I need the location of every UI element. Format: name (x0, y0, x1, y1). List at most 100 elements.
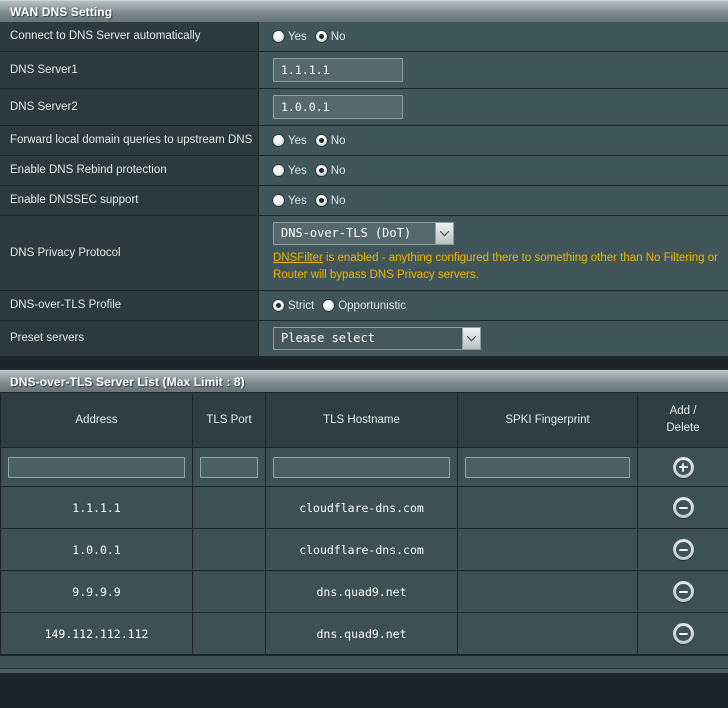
radio-circle-selected-icon[interactable] (315, 135, 327, 146)
radio-circle-icon[interactable] (323, 300, 335, 311)
minus-circle-icon[interactable] (672, 497, 694, 518)
dns-server2-input[interactable] (273, 95, 403, 119)
table-new-entry-row (0, 447, 728, 487)
minus-circle-icon[interactable] (672, 623, 694, 644)
delete-row-cell[interactable] (637, 612, 728, 655)
column-header-add-delete: Add / Delete (637, 392, 728, 448)
cell-spki-fingerprint (457, 528, 638, 571)
cell-address: 1.0.0.1 (0, 528, 193, 571)
setting-value (258, 88, 728, 126)
radio-option-no[interactable]: No (315, 194, 346, 207)
setting-label: Preset servers (0, 320, 259, 357)
new-tls-port-input[interactable] (200, 456, 258, 478)
radio-group-forward-local-queries: Yes No (273, 135, 728, 147)
radio-option-no[interactable]: No (315, 30, 346, 43)
cell-tls-port (192, 612, 266, 655)
cell-tls-port (192, 528, 266, 571)
setting-row-dns-server2: DNS Server2 (0, 88, 728, 126)
setting-label: DNS Server2 (0, 88, 259, 126)
radio-circle-selected-icon[interactable] (315, 31, 327, 42)
radio-label: Yes (288, 164, 307, 177)
server-list-panel-title: DNS-over-TLS Server List (Max Limit : 8) (0, 370, 728, 392)
delete-row-cell[interactable] (637, 570, 728, 613)
wan-dns-panel-title: WAN DNS Setting (0, 0, 728, 22)
radio-label: No (330, 30, 346, 43)
panel-separator (0, 357, 728, 370)
add-row-cell[interactable] (637, 447, 728, 487)
column-header-tls-hostname: TLS Hostname (265, 392, 458, 448)
setting-label: DNS Server1 (0, 51, 259, 89)
add-delete-header-line1: Add / (669, 405, 697, 417)
setting-value: Please select (258, 320, 728, 357)
plus-circle-icon[interactable] (672, 456, 694, 478)
radio-circle-icon[interactable] (273, 165, 284, 176)
minus-circle-icon[interactable] (672, 581, 694, 602)
setting-value: Strict Opportunistic (258, 290, 728, 321)
setting-label: DNS Privacy Protocol (0, 215, 259, 291)
dnsfilter-warning-note: DNSFilter is enabled - anything configur… (273, 250, 728, 284)
radio-option-opportunistic[interactable]: Opportunistic (323, 300, 406, 312)
setting-value: Yes No (258, 155, 728, 186)
radio-circle-selected-icon[interactable] (315, 195, 327, 206)
delete-row-cell[interactable] (637, 486, 728, 529)
cell-spki-fingerprint (457, 612, 638, 655)
setting-row-connect-auto: Connect to DNS Server automatically Yes … (0, 22, 728, 52)
new-spki-fingerprint-cell[interactable] (457, 447, 638, 487)
setting-label: Connect to DNS Server automatically (0, 22, 259, 52)
setting-row-dnssec-support: Enable DNSSEC support Yes No (0, 185, 728, 216)
setting-row-dot-profile: DNS-over-TLS Profile Strict Opportunisti… (0, 290, 728, 321)
cell-tls-hostname: dns.quad9.net (265, 612, 458, 655)
radio-label: Yes (288, 134, 307, 147)
radio-option-yes[interactable]: Yes (273, 135, 307, 147)
radio-label: No (330, 164, 346, 177)
radio-circle-icon[interactable] (273, 135, 284, 146)
radio-option-yes[interactable]: Yes (273, 165, 307, 177)
dns-server1-input[interactable] (273, 58, 403, 82)
cell-tls-port (192, 570, 266, 613)
chevron-down-icon[interactable] (435, 223, 453, 244)
select-value: Please select (281, 331, 375, 345)
chevron-down-icon[interactable] (462, 328, 480, 349)
new-spki-fingerprint-input[interactable] (465, 456, 630, 478)
setting-row-dns-privacy-protocol: DNS Privacy Protocol DNS-over-TLS (DoT) … (0, 215, 728, 291)
wan-dns-settings-page: WAN DNS Setting Connect to DNS Server au… (0, 0, 728, 708)
setting-label: Forward local domain queries to upstream… (0, 125, 259, 156)
new-tls-hostname-cell[interactable] (265, 447, 458, 487)
cell-spki-fingerprint (457, 570, 638, 613)
new-address-input[interactable] (8, 456, 185, 478)
delete-row-cell[interactable] (637, 528, 728, 571)
radio-group-dnssec-support: Yes No (273, 195, 728, 207)
new-tls-hostname-input[interactable] (273, 456, 450, 478)
radio-option-yes[interactable]: Yes (273, 31, 307, 43)
setting-label: Enable DNSSEC support (0, 185, 259, 216)
new-tls-port-cell[interactable] (192, 447, 266, 487)
radio-option-yes[interactable]: Yes (273, 195, 307, 207)
radio-group-connect-auto: Yes No (273, 31, 728, 43)
dns-privacy-protocol-select[interactable]: DNS-over-TLS (DoT) (273, 222, 454, 245)
radio-label: No (330, 194, 346, 207)
radio-circle-selected-icon[interactable] (315, 165, 327, 176)
cell-address: 149.112.112.112 (0, 612, 193, 655)
radio-circle-selected-icon[interactable] (273, 300, 284, 311)
column-header-spki-fingerprint: SPKI Fingerprint (457, 392, 638, 448)
cell-address: 1.1.1.1 (0, 486, 193, 529)
radio-option-no[interactable]: No (315, 164, 346, 177)
minus-circle-icon[interactable] (672, 539, 694, 560)
setting-row-dns-rebind-protection: Enable DNS Rebind protection Yes No (0, 155, 728, 186)
page-bottom-edge (0, 668, 728, 673)
setting-label: Enable DNS Rebind protection (0, 155, 259, 186)
radio-label: Opportunistic (338, 299, 406, 312)
cell-tls-port (192, 486, 266, 529)
radio-circle-icon[interactable] (273, 195, 284, 206)
table-row: 1.1.1.1 cloudflare-dns.com (0, 486, 728, 529)
radio-circle-icon[interactable] (273, 31, 284, 42)
new-address-cell[interactable] (0, 447, 193, 487)
setting-value: DNS-over-TLS (DoT) DNSFilter is enabled … (258, 215, 728, 291)
radio-option-strict[interactable]: Strict (273, 300, 314, 312)
dnsfilter-warning-text: is enabled - anything configured there t… (273, 252, 718, 281)
radio-option-no[interactable]: No (315, 135, 345, 147)
dnsfilter-link[interactable]: DNSFilter (273, 252, 323, 264)
radio-label: Yes (288, 30, 307, 43)
preset-servers-select[interactable]: Please select (273, 327, 481, 350)
table-header-row: Address TLS Port TLS Hostname SPKI Finge… (0, 392, 728, 448)
